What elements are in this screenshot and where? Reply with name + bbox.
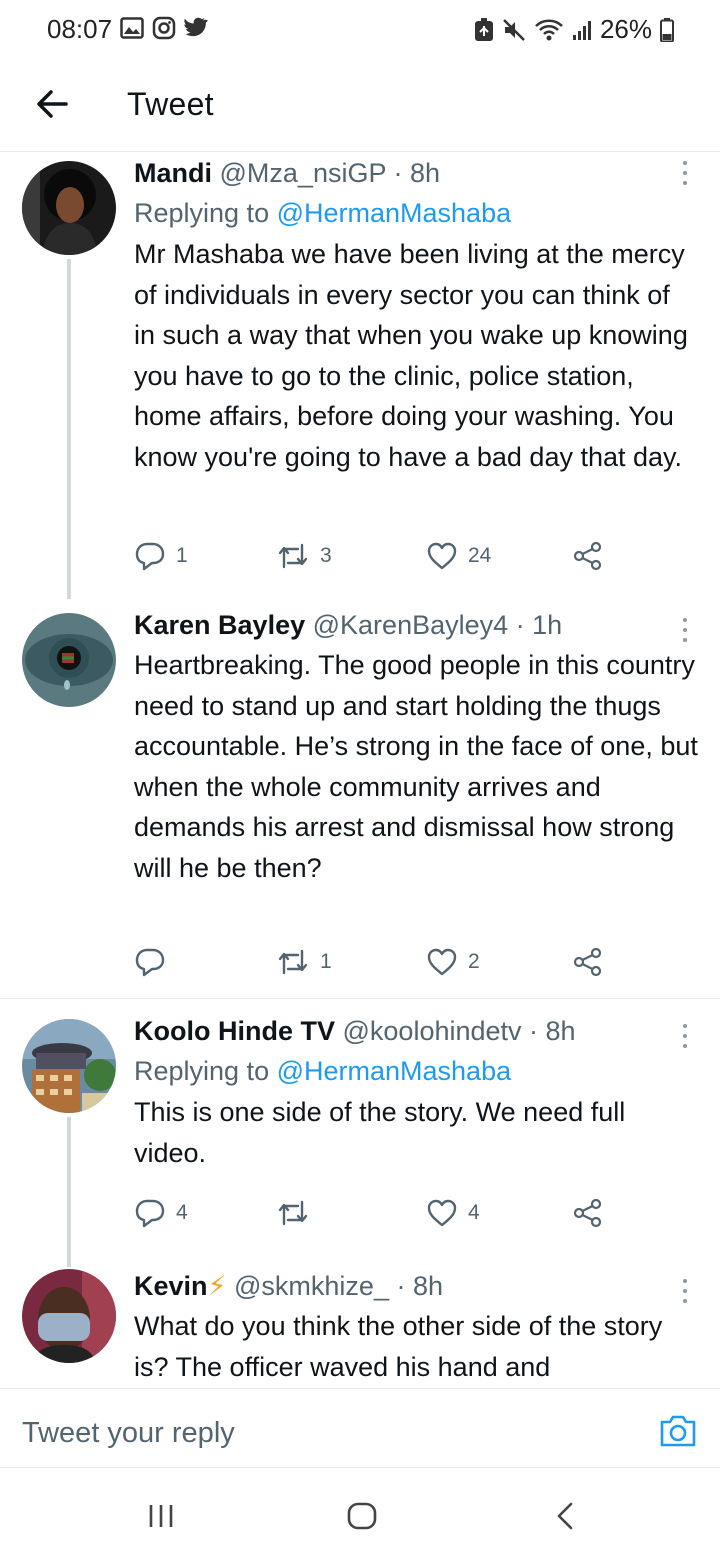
heart-icon: [427, 948, 457, 976]
reply-button[interactable]: 1: [134, 536, 188, 576]
share-icon: [573, 947, 602, 977]
retweet-icon: [278, 949, 308, 975]
tweet-text: This is one side of the story. We need f…: [134, 1097, 626, 1168]
tweet-actions: 1 2: [134, 942, 614, 982]
signal-icon: [572, 20, 591, 40]
user-handle[interactable]: @KarenBayley4: [313, 610, 509, 640]
replying-to-label: Replying to: [134, 1056, 277, 1086]
reply-feed[interactable]: Mandi @Mza_nsiGP · 8h Replying to @Herma…: [0, 153, 720, 1388]
like-button[interactable]: 2: [426, 942, 480, 982]
battery-saver-icon: [474, 17, 493, 41]
retweet-count: 1: [320, 950, 332, 973]
android-nav-bar: [0, 1469, 720, 1560]
share-button[interactable]: [572, 536, 604, 576]
reply-count: 4: [176, 1201, 188, 1224]
reply-button[interactable]: 4: [134, 1193, 188, 1233]
tweet-time: · 8h: [393, 158, 441, 188]
reply-composer[interactable]: Tweet your reply: [0, 1388, 720, 1468]
battery-percentage: 26%: [599, 14, 652, 44]
notification-icons: [120, 16, 208, 40]
tweet-header: Kevin⚡ @skmkhize_ · 8h: [134, 1266, 698, 1306]
tweet-text: Heartbreaking. The good people in this c…: [134, 650, 698, 883]
tweet-text: Mr Mashaba we have been living at the me…: [134, 239, 688, 472]
more-options-icon[interactable]: [680, 618, 690, 642]
status-bar: 08:07 26%: [0, 0, 720, 60]
tweet-header: Koolo Hinde TV @koolohindetv · 8h: [134, 1011, 698, 1051]
heart-icon: [427, 542, 457, 570]
tweet-item[interactable]: Koolo Hinde TV @koolohindetv · 8h Replyi…: [0, 999, 720, 1267]
instagram-icon: [152, 16, 176, 40]
user-handle[interactable]: @Mza_nsiGP: [220, 158, 386, 188]
user-handle[interactable]: @skmkhize_: [234, 1271, 389, 1301]
twitter-icon: [184, 17, 208, 37]
retweet-button[interactable]: 1: [276, 942, 332, 982]
tweet-time: · 8h: [529, 1016, 576, 1046]
mention-link[interactable]: @HermanMashaba: [277, 198, 512, 228]
like-count: 2: [468, 950, 480, 973]
mute-icon: [503, 18, 525, 41]
gallery-icon: [120, 17, 144, 39]
status-time: 08:07: [47, 14, 113, 44]
tweet-time: · 8h: [396, 1271, 444, 1301]
name-emoji: ⚡: [207, 1271, 227, 1301]
more-options-icon[interactable]: [680, 1279, 690, 1303]
home-icon[interactable]: [346, 1501, 378, 1531]
thread-line: [67, 259, 71, 599]
retweet-button[interactable]: 3: [276, 536, 332, 576]
retweet-count: 3: [320, 544, 332, 567]
system-status: 26%: [474, 14, 674, 45]
retweet-button[interactable]: [276, 1193, 320, 1233]
replying-to: Replying to @HermanMashaba: [134, 193, 698, 234]
share-icon: [573, 1198, 602, 1228]
avatar[interactable]: [22, 1019, 116, 1113]
replying-to: Replying to @HermanMashaba: [134, 1051, 698, 1092]
user-handle[interactable]: @koolohindetv: [343, 1016, 522, 1046]
display-name[interactable]: Kevin: [134, 1271, 208, 1301]
avatar[interactable]: [22, 161, 116, 255]
reply-input[interactable]: Tweet your reply: [22, 1417, 235, 1450]
recent-apps-icon[interactable]: [146, 1501, 176, 1531]
back-arrow-icon[interactable]: [30, 82, 74, 126]
thread-line: [67, 1117, 71, 1267]
replying-to-label: Replying to: [134, 198, 277, 228]
camera-icon[interactable]: [658, 1413, 698, 1449]
battery-icon: [660, 17, 674, 42]
back-nav-icon[interactable]: [553, 1501, 577, 1531]
mention-link[interactable]: @HermanMashaba: [277, 1056, 512, 1086]
tweet-item[interactable]: Mandi @Mza_nsiGP · 8h Replying to @Herma…: [0, 153, 720, 599]
tweet-item[interactable]: Kevin⚡ @skmkhize_ · 8h What do you think…: [0, 1254, 720, 1388]
share-button[interactable]: [572, 942, 604, 982]
tweet-item[interactable]: Karen Bayley @KarenBayley4 · 1h Heartbre…: [0, 598, 720, 998]
like-count: 24: [468, 544, 492, 567]
tweet-header: Karen Bayley @KarenBayley4 · 1h: [134, 605, 698, 645]
app-header: Tweet: [0, 60, 720, 152]
tweet-time: · 1h: [515, 610, 563, 640]
avatar[interactable]: [22, 1269, 116, 1363]
like-button[interactable]: 24: [426, 536, 491, 576]
share-icon: [573, 541, 602, 571]
reply-button[interactable]: [134, 942, 176, 982]
retweet-icon: [278, 543, 308, 569]
heart-icon: [427, 1199, 457, 1227]
reply-icon: [135, 948, 165, 977]
tweet-header: Mandi @Mza_nsiGP · 8h: [134, 153, 698, 193]
page-title: Tweet: [127, 86, 214, 122]
wifi-icon: [535, 19, 563, 40]
share-button[interactable]: [572, 1193, 604, 1233]
like-button[interactable]: 4: [426, 1193, 480, 1233]
tweet-actions: 1 3 24: [134, 536, 614, 576]
like-count: 4: [468, 1201, 480, 1224]
avatar[interactable]: [22, 613, 116, 707]
retweet-icon: [278, 1200, 308, 1226]
display-name[interactable]: Mandi: [134, 158, 212, 188]
reply-icon: [135, 542, 165, 571]
display-name[interactable]: Karen Bayley: [134, 610, 305, 640]
tweet-actions: 4 4: [134, 1193, 614, 1233]
more-options-icon[interactable]: [680, 1024, 690, 1048]
display-name[interactable]: Koolo Hinde TV: [134, 1016, 335, 1046]
tweet-text: What do you think the other side of the …: [134, 1311, 663, 1382]
reply-icon: [135, 1199, 165, 1228]
reply-count: 1: [176, 544, 188, 567]
more-options-icon[interactable]: [680, 161, 690, 185]
